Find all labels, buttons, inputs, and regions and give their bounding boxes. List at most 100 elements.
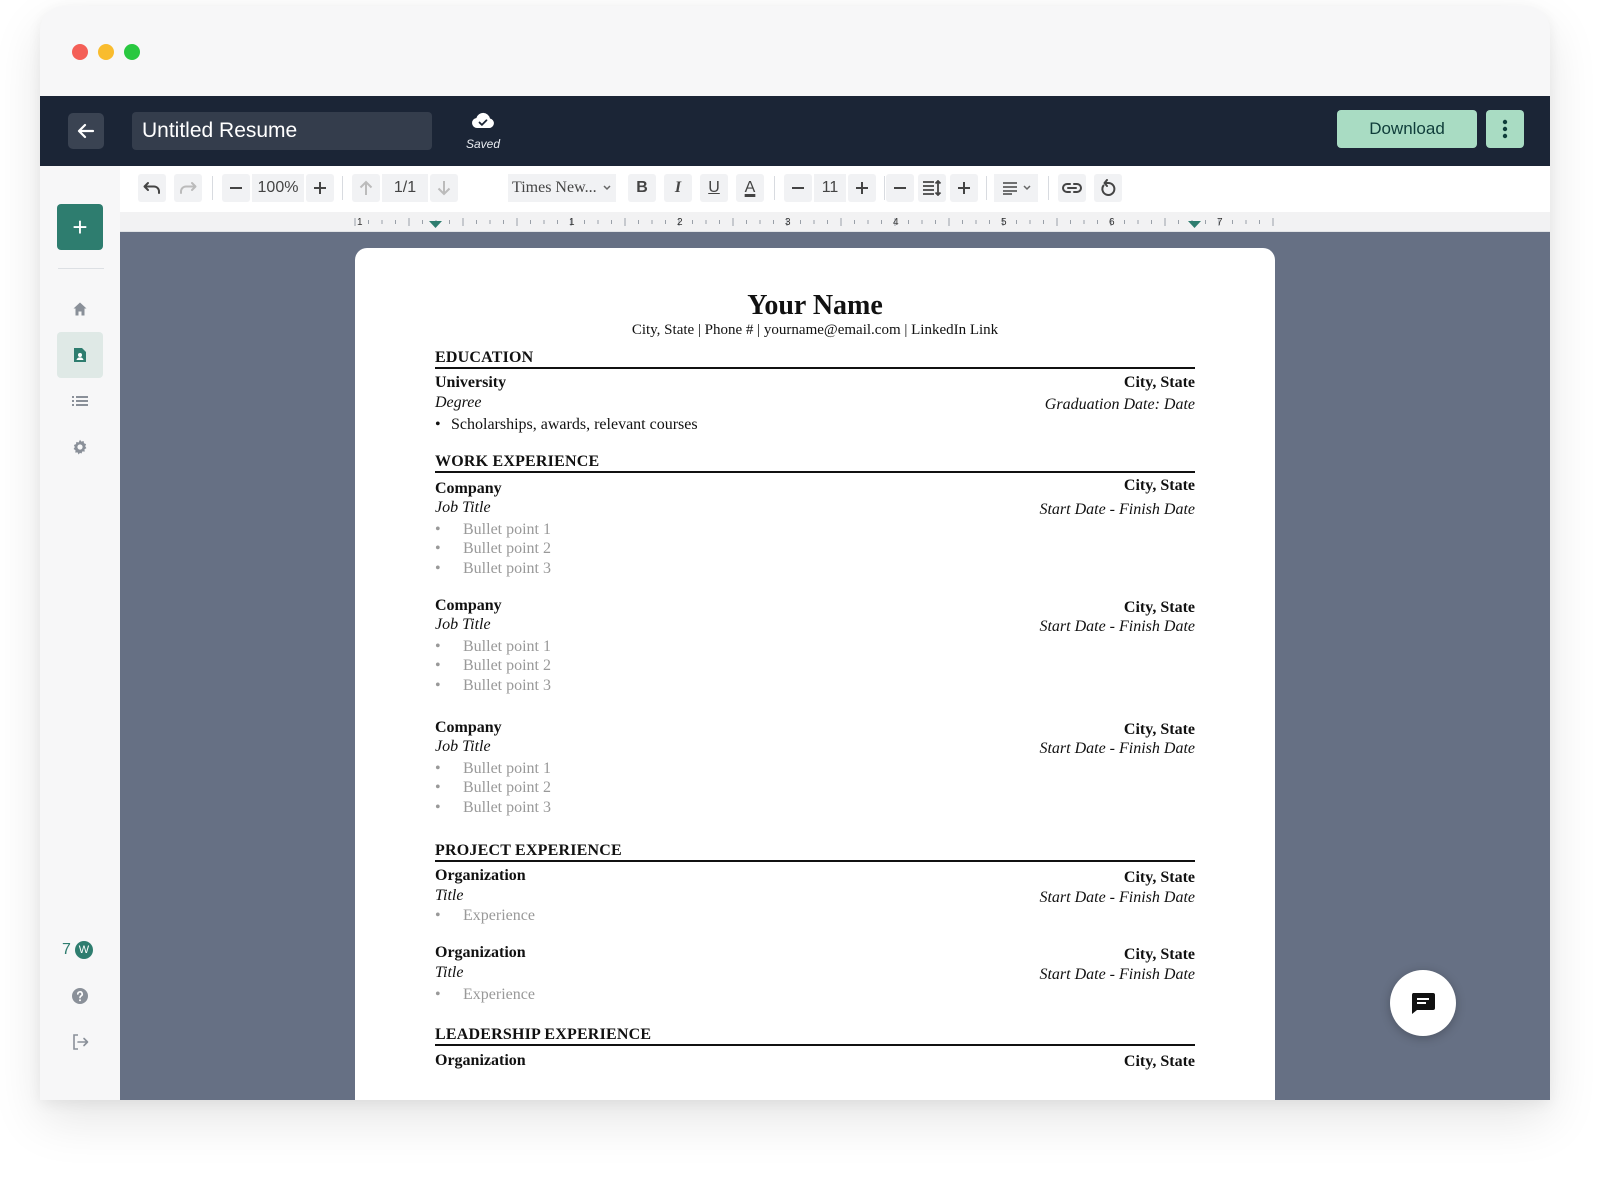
leadership-location[interactable]: City, State bbox=[1124, 1053, 1195, 1071]
plus-icon bbox=[958, 182, 970, 194]
work-1-bullet-3[interactable]: • Bullet point 3 bbox=[435, 560, 551, 578]
credits-indicator[interactable]: 7 W bbox=[62, 941, 93, 959]
bold-button[interactable]: B bbox=[628, 174, 656, 202]
line-spacing-icon bbox=[923, 180, 942, 196]
ruler: 1 1 2 3 4 5 6 7 bbox=[120, 212, 1550, 232]
insert-link-button[interactable] bbox=[1058, 174, 1086, 202]
work-2-location[interactable]: City, State bbox=[1124, 599, 1195, 617]
sidebar-item-settings[interactable] bbox=[57, 424, 103, 470]
work-3-location[interactable]: City, State bbox=[1124, 721, 1195, 739]
work-2-bullet-3[interactable]: • Bullet point 3 bbox=[435, 677, 551, 695]
document-title-input[interactable] bbox=[132, 112, 432, 150]
work-2-bullet-2[interactable]: • Bullet point 2 bbox=[435, 657, 551, 675]
education-location[interactable]: City, State bbox=[1124, 374, 1195, 392]
ruler-label: 1 bbox=[569, 217, 575, 228]
education-org[interactable]: University bbox=[435, 374, 506, 392]
zoom-out-button[interactable] bbox=[222, 174, 250, 202]
minus-icon bbox=[894, 187, 906, 189]
section-title-project[interactable]: PROJECT EXPERIENCE bbox=[435, 842, 622, 860]
project-1-org[interactable]: Organization bbox=[435, 867, 526, 885]
leadership-org[interactable]: Organization bbox=[435, 1052, 526, 1070]
education-degree[interactable]: Degree bbox=[435, 394, 482, 412]
left-indent-marker bbox=[429, 221, 442, 228]
previous-page-button[interactable] bbox=[352, 174, 380, 202]
plus-icon bbox=[314, 182, 326, 194]
alignment-select[interactable] bbox=[994, 174, 1038, 202]
sidebar-divider bbox=[58, 268, 104, 269]
project-1-bullet[interactable]: • Experience bbox=[435, 907, 535, 925]
redo-button[interactable] bbox=[174, 174, 202, 202]
sidebar-item-list[interactable] bbox=[57, 378, 103, 424]
section-title-work[interactable]: WORK EXPERIENCE bbox=[435, 453, 599, 471]
minus-icon bbox=[230, 187, 242, 189]
zoom-level[interactable]: 100% bbox=[252, 174, 304, 202]
work-3-date[interactable]: Start Date - Finish Date bbox=[1039, 740, 1195, 758]
project-2-role[interactable]: Title bbox=[435, 964, 463, 982]
line-spacing-decrease-button[interactable] bbox=[886, 174, 914, 202]
sidebar: + 7 W bbox=[40, 166, 120, 1100]
section-rule bbox=[435, 1044, 1195, 1046]
add-button[interactable]: + bbox=[57, 204, 103, 250]
reset-formatting-button[interactable] bbox=[1094, 174, 1122, 202]
education-date[interactable]: Graduation Date: Date bbox=[1045, 396, 1195, 414]
work-3-bullet-3[interactable]: • Bullet point 3 bbox=[435, 799, 551, 817]
work-3-role[interactable]: Job Title bbox=[435, 738, 491, 756]
work-2-org[interactable]: Company bbox=[435, 597, 502, 615]
more-vertical-icon bbox=[1502, 119, 1508, 139]
project-2-date[interactable]: Start Date - Finish Date bbox=[1039, 966, 1195, 984]
section-title-education[interactable]: EDUCATION bbox=[435, 349, 533, 367]
underline-button[interactable]: U bbox=[700, 174, 728, 202]
resume-page[interactable]: Your Name City, State | Phone # | yourna… bbox=[355, 248, 1275, 1100]
section-title-leadership[interactable]: LEADERSHIP EXPERIENCE bbox=[435, 1026, 651, 1044]
project-1-location[interactable]: City, State bbox=[1124, 869, 1195, 887]
logout-button[interactable] bbox=[57, 1019, 103, 1065]
back-button[interactable] bbox=[68, 113, 104, 149]
chat-icon bbox=[1411, 993, 1435, 1014]
work-2-date[interactable]: Start Date - Finish Date bbox=[1039, 618, 1195, 636]
ruler-label: 4 bbox=[893, 217, 899, 228]
work-1-bullet-2[interactable]: • Bullet point 2 bbox=[435, 540, 551, 558]
education-bullet[interactable]: • Scholarships, awards, relevant courses bbox=[435, 416, 698, 434]
minus-icon bbox=[792, 187, 804, 189]
project-1-role[interactable]: Title bbox=[435, 887, 463, 905]
line-spacing-button[interactable] bbox=[918, 174, 946, 202]
line-spacing-increase-button[interactable] bbox=[950, 174, 978, 202]
download-button[interactable]: Download bbox=[1337, 110, 1477, 148]
help-button[interactable] bbox=[57, 973, 103, 1019]
font-size-decrease-button[interactable] bbox=[784, 174, 812, 202]
maximize-window-button[interactable] bbox=[124, 44, 140, 60]
font-family-select[interactable]: Times New... bbox=[508, 174, 616, 202]
minimize-window-button[interactable] bbox=[98, 44, 114, 60]
work-1-date[interactable]: Start Date - Finish Date bbox=[1039, 501, 1195, 519]
undo-button[interactable] bbox=[138, 174, 166, 202]
project-2-bullet[interactable]: • Experience bbox=[435, 986, 535, 1004]
work-1-role[interactable]: Job Title bbox=[435, 499, 491, 517]
more-options-button[interactable] bbox=[1486, 110, 1524, 148]
zoom-in-button[interactable] bbox=[306, 174, 334, 202]
work-2-role[interactable]: Job Title bbox=[435, 616, 491, 634]
work-2-bullet-1[interactable]: • Bullet point 1 bbox=[435, 638, 551, 656]
project-1-date[interactable]: Start Date - Finish Date bbox=[1039, 889, 1195, 907]
work-3-bullet-2[interactable]: • Bullet point 2 bbox=[435, 779, 551, 797]
resume-contact[interactable]: City, State | Phone # | yourname@email.c… bbox=[355, 322, 1275, 339]
work-1-org[interactable]: Company bbox=[435, 480, 502, 498]
next-page-button[interactable] bbox=[430, 174, 458, 202]
close-window-button[interactable] bbox=[72, 44, 88, 60]
resume-name[interactable]: Your Name bbox=[355, 290, 1275, 322]
chat-button[interactable] bbox=[1390, 970, 1456, 1036]
font-size-value[interactable]: 11 bbox=[814, 174, 846, 202]
save-status: Saved bbox=[458, 112, 508, 151]
home-icon bbox=[73, 302, 87, 316]
work-1-location[interactable]: City, State bbox=[1124, 477, 1195, 495]
save-status-label: Saved bbox=[465, 137, 501, 151]
italic-button[interactable]: I bbox=[664, 174, 692, 202]
sidebar-item-resume[interactable] bbox=[57, 332, 103, 378]
work-3-bullet-1[interactable]: • Bullet point 1 bbox=[435, 760, 551, 778]
sidebar-item-home[interactable] bbox=[57, 286, 103, 332]
project-2-location[interactable]: City, State bbox=[1124, 946, 1195, 964]
font-size-increase-button[interactable] bbox=[848, 174, 876, 202]
work-1-bullet-1[interactable]: • Bullet point 1 bbox=[435, 521, 551, 539]
work-3-org[interactable]: Company bbox=[435, 719, 502, 737]
text-color-button[interactable]: A bbox=[736, 174, 764, 202]
project-2-org[interactable]: Organization bbox=[435, 944, 526, 962]
